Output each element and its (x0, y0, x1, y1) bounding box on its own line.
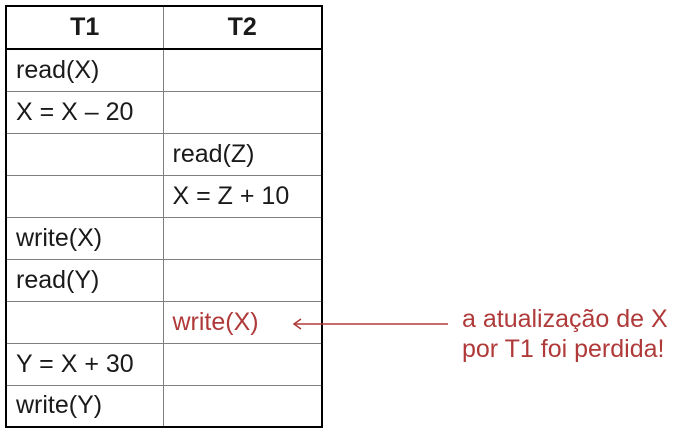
t2-cell (162, 342, 323, 386)
t1-cell (5, 300, 164, 344)
t1-cell (5, 132, 164, 176)
table-row: X = Z + 10 (5, 174, 323, 218)
t1-cell: write(Y) (5, 384, 164, 428)
table-row: read(Z) (5, 132, 323, 176)
t1-cell: write(X) (5, 216, 164, 260)
t1-cell: read(X) (5, 48, 164, 92)
t2-cell (162, 48, 323, 92)
t2-cell (162, 384, 323, 428)
t1-cell (5, 174, 164, 218)
header-row: T1 T2 (5, 5, 323, 50)
table-row: Y = X + 30 (5, 342, 323, 386)
header-t2: T2 (162, 5, 323, 50)
lost-update-note: a atualização de X por T1 foi perdida! (462, 304, 694, 364)
table-row-lost-update: write(X) (5, 300, 323, 344)
schedule-table: T1 T2 read(X) X = X – 20 read(Z) X = Z +… (5, 5, 323, 428)
t2-cell (162, 90, 323, 134)
table-row: read(X) (5, 48, 323, 92)
t1-cell: X = X – 20 (5, 90, 164, 134)
table-row: write(X) (5, 216, 323, 260)
note-line-2: por T1 foi perdida! (462, 335, 665, 363)
t2-cell (162, 216, 323, 260)
t2-cell: read(Z) (162, 132, 323, 176)
table-row: X = X – 20 (5, 90, 323, 134)
t1-cell: read(Y) (5, 258, 164, 302)
table-row: write(Y) (5, 384, 323, 428)
t1-cell: Y = X + 30 (5, 342, 164, 386)
t2-cell: X = Z + 10 (162, 174, 323, 218)
table-row: read(Y) (5, 258, 323, 302)
header-t1: T1 (5, 5, 164, 50)
t2-cell (162, 258, 323, 302)
note-line-1: a atualização de X (462, 305, 668, 333)
annotation-arrow-icon (292, 318, 448, 330)
